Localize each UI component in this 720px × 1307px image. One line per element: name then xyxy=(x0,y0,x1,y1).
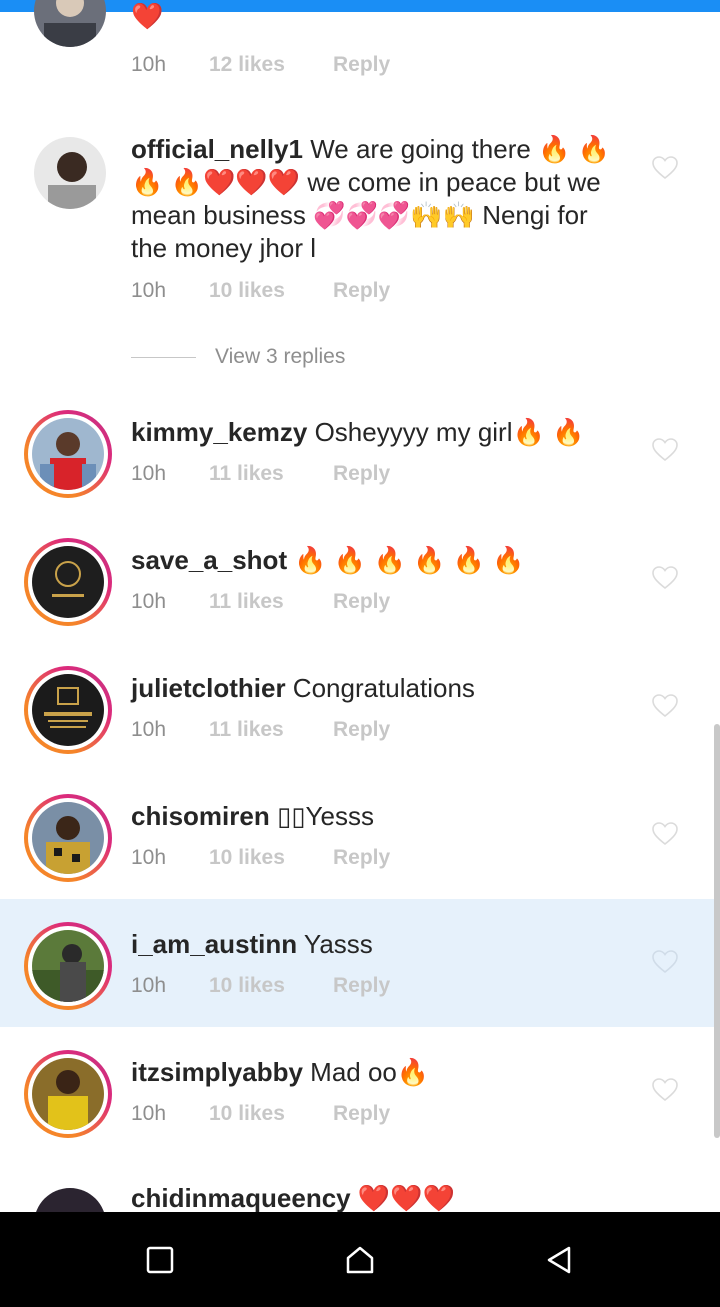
comment-likes[interactable]: 11 likes xyxy=(209,718,333,742)
avatar[interactable] xyxy=(24,538,112,626)
like-heart-icon[interactable] xyxy=(652,438,678,462)
comment-likes[interactable]: 10 likes xyxy=(209,974,333,998)
comment-item: kimmy_kemzy Osheyyyy my girl🔥 🔥 10h 11 li… xyxy=(0,400,720,528)
comment-text: official_nelly1 We are going there 🔥 🔥 🔥… xyxy=(131,133,631,265)
android-nav-bar xyxy=(0,1212,720,1307)
avatar[interactable] xyxy=(24,127,112,215)
like-heart-icon[interactable] xyxy=(652,1078,678,1102)
comment-meta: 10h 11 likes Reply xyxy=(131,718,390,742)
reply-button[interactable]: Reply xyxy=(333,590,390,614)
comment-text: save_a_shot 🔥 🔥 🔥 🔥 🔥 🔥 xyxy=(131,544,631,577)
comment-likes[interactable]: 11 likes xyxy=(209,462,333,486)
reply-button[interactable]: Reply xyxy=(333,279,390,303)
comment-meta: 10h 11 likes Reply xyxy=(131,462,390,486)
comment-item-highlighted[interactable]: i_am_austinn Yasss 10h 10 likes Reply xyxy=(0,899,720,1027)
reply-button[interactable]: Reply xyxy=(333,53,390,77)
avatar[interactable] xyxy=(24,410,112,498)
comment-meta: 10h 10 likes Reply xyxy=(131,1102,390,1126)
comment-item: save_a_shot 🔥 🔥 🔥 🔥 🔥 🔥 10h 11 likes Reply xyxy=(0,528,720,656)
comment-body: ❤️❤️❤️ xyxy=(350,1183,455,1212)
comment-body: Mad oo🔥 xyxy=(302,1057,430,1087)
comments-feed[interactable]: ❤️ 10h 12 likes Reply official_nelly1 We a… xyxy=(0,0,720,1212)
comment-time: 10h xyxy=(131,846,167,869)
comment-text: kimmy_kemzy Osheyyyy my girl🔥 🔥 xyxy=(131,416,631,449)
comment-username[interactable]: official_nelly1 xyxy=(131,134,303,164)
reply-button[interactable]: Reply xyxy=(333,462,390,486)
comment-likes[interactable]: 10 likes xyxy=(209,279,333,303)
like-heart-icon[interactable] xyxy=(652,156,678,180)
like-heart-icon[interactable] xyxy=(652,694,678,718)
comment-text: ❤️ xyxy=(131,0,631,33)
comment-meta: 10h 11 likes Reply xyxy=(131,590,390,614)
comment-text: i_am_austinn Yasss xyxy=(131,928,631,961)
comment-item: chidinmaqueency ❤️❤️❤️ xyxy=(0,1168,720,1212)
comment-body: Congratulations xyxy=(285,673,475,703)
avatar[interactable] xyxy=(24,794,112,882)
comment-meta: 10h 12 likes Reply xyxy=(131,53,390,77)
reply-button[interactable]: Reply xyxy=(333,974,390,998)
comment-body: ▯▯Yesss xyxy=(269,801,374,831)
comment-meta: 10h 10 likes Reply xyxy=(131,279,390,303)
comment-username[interactable]: i_am_austinn xyxy=(131,929,297,959)
comment-time: 10h xyxy=(131,718,167,741)
comment-username[interactable]: julietclothier xyxy=(131,673,286,703)
avatar[interactable] xyxy=(24,922,112,1010)
comment-time: 10h xyxy=(131,279,167,302)
comment-item: ❤️ 10h 12 likes Reply xyxy=(0,0,720,100)
comment-likes[interactable]: 10 likes xyxy=(209,846,333,870)
reply-button[interactable]: Reply xyxy=(333,718,390,742)
replies-divider-line xyxy=(131,357,196,358)
comment-meta: 10h 10 likes Reply xyxy=(131,974,390,998)
comment-username[interactable]: chidinmaqueency xyxy=(131,1183,351,1212)
reply-button[interactable]: Reply xyxy=(333,846,390,870)
comment-item: itzsimplyabby Mad oo🔥 10h 10 likes Reply xyxy=(0,1040,720,1168)
comment-body: 🔥 🔥 🔥 🔥 🔥 🔥 xyxy=(287,545,525,575)
comment-time: 10h xyxy=(131,53,167,76)
comment-item: julietclothier Congratulations 10h 11 lik… xyxy=(0,656,720,784)
comment-meta: 10h 10 likes Reply xyxy=(131,846,390,870)
avatar[interactable] xyxy=(24,1050,112,1138)
comment-body: Yasss xyxy=(297,929,373,959)
comment-item: chisomiren ▯▯Yesss 10h 10 likes Reply xyxy=(0,784,720,912)
comment-time: 10h xyxy=(131,1102,167,1125)
comment-username[interactable]: kimmy_kemzy xyxy=(131,417,307,447)
avatar[interactable] xyxy=(24,0,112,53)
avatar[interactable] xyxy=(24,666,112,754)
square-icon[interactable] xyxy=(145,1245,175,1275)
comment-likes[interactable]: 11 likes xyxy=(209,590,333,614)
scrollbar[interactable] xyxy=(714,724,720,1138)
like-heart-icon[interactable] xyxy=(652,950,678,974)
comment-text: chisomiren ▯▯Yesss xyxy=(131,800,631,833)
comment-time: 10h xyxy=(131,590,167,613)
avatar[interactable] xyxy=(24,1178,112,1212)
back-triangle-icon[interactable] xyxy=(544,1245,574,1275)
comment-text: julietclothier Congratulations xyxy=(131,672,631,705)
comment-username[interactable]: save_a_shot xyxy=(131,545,287,575)
like-heart-icon[interactable] xyxy=(652,566,678,590)
like-heart-icon[interactable] xyxy=(652,822,678,846)
comment-likes[interactable]: 12 likes xyxy=(209,53,333,77)
comment-item: official_nelly1 We are going there 🔥 🔥 🔥… xyxy=(0,125,720,325)
view-replies-label: View 3 replies xyxy=(215,345,346,368)
comment-time: 10h xyxy=(131,974,167,997)
comment-text: itzsimplyabby Mad oo🔥 xyxy=(131,1056,631,1089)
home-icon[interactable] xyxy=(345,1245,375,1275)
comment-username[interactable]: chisomiren xyxy=(131,801,270,831)
comment-body: ❤️ xyxy=(131,1,164,31)
comment-likes[interactable]: 10 likes xyxy=(209,1102,333,1126)
comment-username[interactable]: itzsimplyabby xyxy=(131,1057,303,1087)
comment-time: 10h xyxy=(131,462,167,485)
comment-text: chidinmaqueency ❤️❤️❤️ xyxy=(131,1182,631,1212)
comment-body: Osheyyyy my girl🔥 🔥 xyxy=(307,417,585,447)
reply-button[interactable]: Reply xyxy=(333,1102,390,1126)
